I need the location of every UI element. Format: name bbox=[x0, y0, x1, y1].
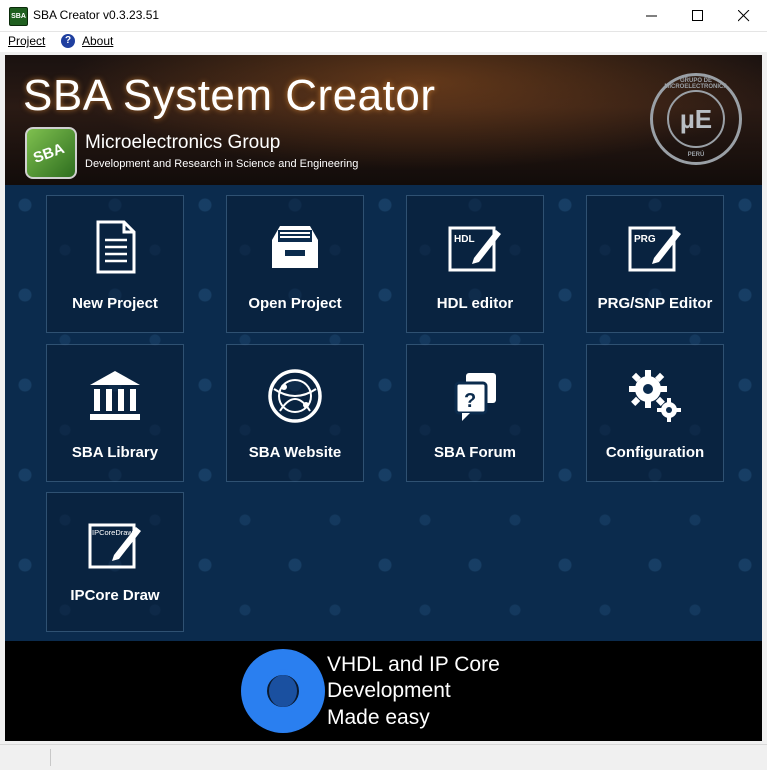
footer-logo-core bbox=[269, 675, 297, 707]
maximize-icon bbox=[692, 10, 703, 21]
svg-text:HDL: HDL bbox=[454, 234, 475, 245]
footer-line-2: Development bbox=[327, 679, 451, 702]
tile-label: New Project bbox=[72, 295, 158, 312]
sba-forum-tile[interactable]: ? SBA Forum bbox=[406, 344, 544, 482]
prg-snp-editor-tile[interactable]: PRG PRG/SNP Editor bbox=[586, 195, 724, 333]
main-panel: SBA System Creator SBA Microelectronics … bbox=[5, 55, 762, 741]
menu-about[interactable]: About bbox=[82, 34, 113, 48]
sba-website-tile[interactable]: SBA Website bbox=[226, 344, 364, 482]
forum-icon: ? bbox=[454, 373, 496, 421]
tile-label: SBA Website bbox=[248, 444, 342, 461]
menu-bar: Project About bbox=[0, 32, 767, 52]
svg-text:?: ? bbox=[464, 390, 476, 412]
tile-area: New Project Open Project HDL HDL editor bbox=[5, 185, 762, 641]
window-title: SBA Creator v0.3.23.51 bbox=[33, 8, 160, 22]
sba-library-tile[interactable]: SBA Library bbox=[46, 344, 184, 482]
maximize-button[interactable] bbox=[675, 0, 721, 31]
document-icon bbox=[96, 220, 136, 274]
banner-tagline: Development and Research in Science and … bbox=[85, 158, 359, 170]
close-button[interactable] bbox=[721, 0, 767, 31]
tile-label: PRG/SNP Editor bbox=[597, 295, 713, 312]
minimize-button[interactable] bbox=[629, 0, 675, 31]
tile-label: Configuration bbox=[605, 444, 705, 461]
library-icon bbox=[90, 371, 140, 420]
new-project-tile[interactable]: New Project bbox=[46, 195, 184, 333]
status-separator bbox=[50, 749, 51, 766]
tile-label: HDL editor bbox=[436, 295, 514, 312]
prg-edit-icon: PRG bbox=[628, 226, 681, 272]
globe-icon bbox=[268, 369, 322, 423]
tile-label: IPCore Draw bbox=[70, 587, 160, 604]
microelectronics-seal: GRUPO DE MICROELECTRONICA µE PERÚ bbox=[650, 73, 742, 165]
ipcore-draw-tile[interactable]: IPCoreDraw IPCore Draw bbox=[46, 492, 184, 632]
svg-text:IPCoreDraw: IPCoreDraw bbox=[92, 528, 133, 537]
close-icon bbox=[738, 10, 750, 22]
tile-label: Open Project bbox=[248, 295, 342, 312]
open-project-tile[interactable]: Open Project bbox=[226, 195, 364, 333]
ipcore-draw-icon: IPCoreDraw bbox=[88, 523, 141, 569]
tile-label: SBA Forum bbox=[434, 444, 516, 461]
configuration-tile[interactable]: Configuration bbox=[586, 344, 724, 482]
banner-title: SBA System Creator bbox=[23, 71, 436, 120]
app-icon: SBA bbox=[9, 7, 28, 26]
banner-subtitle: Microelectronics Group bbox=[85, 132, 281, 153]
banner: SBA System Creator SBA Microelectronics … bbox=[5, 55, 762, 185]
gears-icon bbox=[629, 370, 681, 422]
footer-banner: VHDL and IP Core Development Made easy bbox=[5, 641, 762, 741]
file-drawer-icon bbox=[272, 226, 318, 268]
footer-line-1: VHDL and IP Core bbox=[327, 653, 500, 676]
footer-line-3: Made easy bbox=[327, 706, 430, 729]
minimize-icon bbox=[646, 15, 657, 17]
svg-text:PRG: PRG bbox=[634, 234, 656, 245]
title-bar: SBA SBA Creator v0.3.23.51 bbox=[0, 0, 767, 32]
status-bar bbox=[0, 744, 767, 770]
hdl-editor-tile[interactable]: HDL HDL editor bbox=[406, 195, 544, 333]
hdl-edit-icon: HDL bbox=[448, 226, 501, 272]
tile-label: SBA Library bbox=[71, 444, 159, 461]
help-icon: ? bbox=[61, 34, 75, 48]
menu-project[interactable]: Project bbox=[8, 34, 45, 48]
sba-logo: SBA bbox=[25, 127, 77, 179]
